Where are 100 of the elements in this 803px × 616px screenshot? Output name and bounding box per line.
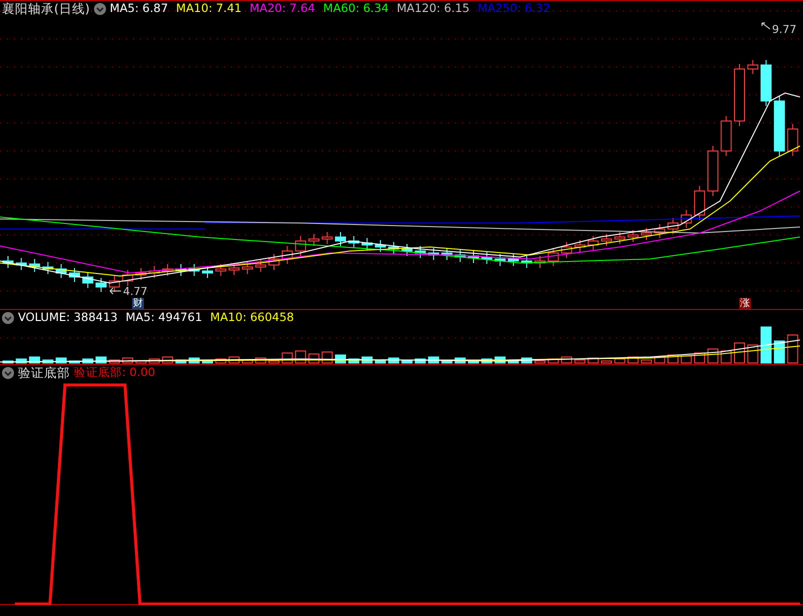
volume-bar bbox=[774, 340, 785, 364]
candlestick bbox=[654, 224, 666, 238]
marker-badge: 涨 bbox=[739, 298, 751, 309]
volume-bar bbox=[374, 360, 386, 364]
candlestick bbox=[534, 256, 546, 268]
legend-item: MA60: 6.34 bbox=[323, 1, 389, 16]
candlestick bbox=[668, 218, 678, 234]
candlestick bbox=[335, 232, 346, 246]
candlestick bbox=[295, 236, 306, 256]
volume-bar bbox=[734, 342, 745, 364]
candlestick bbox=[680, 210, 692, 228]
candlestick bbox=[508, 254, 519, 266]
candlestick bbox=[188, 264, 200, 276]
legend-item: VOLUME: 388413 bbox=[18, 310, 118, 325]
candlestick bbox=[561, 242, 572, 258]
volume-bar bbox=[468, 360, 479, 364]
volume-bar bbox=[69, 360, 80, 364]
legend-item: MA250: 6.32 bbox=[478, 1, 550, 16]
candlestick bbox=[640, 228, 652, 240]
candlestick bbox=[734, 64, 745, 126]
candlestick bbox=[787, 124, 798, 156]
volume-bar bbox=[601, 360, 612, 364]
volume-bar bbox=[348, 358, 360, 364]
arrow-icon bbox=[110, 288, 122, 294]
candlestick bbox=[282, 246, 293, 264]
volume-bar bbox=[16, 358, 27, 364]
candlestick bbox=[108, 276, 120, 292]
price-label: 9.77 bbox=[772, 23, 796, 36]
candlestick bbox=[601, 234, 612, 246]
candlestick bbox=[42, 262, 54, 274]
candlestick bbox=[148, 266, 160, 278]
candlestick bbox=[136, 268, 146, 280]
price-label: 4.77 bbox=[123, 285, 148, 298]
candlestick bbox=[268, 254, 280, 270]
volume-bar bbox=[614, 358, 626, 364]
volume-bar bbox=[787, 334, 798, 364]
volume-bar bbox=[508, 360, 519, 364]
candlestick bbox=[574, 240, 586, 252]
volume-bar bbox=[441, 360, 452, 364]
chevron-circle-icon[interactable] bbox=[2, 312, 14, 324]
volume-bar bbox=[521, 358, 532, 364]
candlestick bbox=[82, 272, 94, 288]
candlestick bbox=[69, 268, 80, 282]
candlestick bbox=[242, 262, 253, 274]
candlestick bbox=[707, 146, 718, 196]
volume-bar bbox=[202, 360, 213, 364]
candlestick bbox=[774, 96, 785, 156]
volume-bar bbox=[82, 358, 94, 364]
candlestick bbox=[481, 252, 492, 264]
candlestick bbox=[614, 232, 626, 244]
candlestick bbox=[588, 236, 599, 250]
volume-bar bbox=[148, 358, 160, 364]
candlestick bbox=[388, 242, 400, 254]
volume-bar bbox=[747, 344, 758, 364]
legend-item: MA5: 494761 bbox=[126, 310, 202, 325]
legend-item: MA10: 660458 bbox=[210, 310, 294, 325]
legend-item: MA20: 7.64 bbox=[250, 1, 316, 16]
volume-bar bbox=[42, 360, 54, 364]
candlestick bbox=[16, 258, 27, 270]
volume-bar bbox=[574, 360, 586, 364]
candlestick bbox=[348, 236, 360, 248]
candlestick bbox=[122, 270, 134, 286]
volume-bar bbox=[122, 358, 134, 364]
chevron-circle-icon[interactable] bbox=[2, 366, 14, 378]
volume-bar bbox=[175, 360, 186, 364]
candlestick bbox=[521, 256, 532, 268]
volume-bar bbox=[2, 360, 14, 364]
candlestick bbox=[322, 232, 333, 244]
volume-bar bbox=[680, 356, 692, 364]
candlestick bbox=[255, 260, 266, 272]
volume-bar bbox=[454, 358, 466, 364]
volume-bar bbox=[414, 358, 426, 364]
volume-bar bbox=[481, 358, 492, 364]
candlestick bbox=[215, 264, 226, 276]
volume-bar bbox=[242, 360, 253, 364]
volume-bar bbox=[548, 358, 559, 364]
candlestick bbox=[56, 264, 67, 278]
volume-bar bbox=[388, 358, 400, 364]
candlestick bbox=[2, 256, 14, 268]
volume-bar bbox=[760, 326, 772, 364]
volume-bar bbox=[188, 358, 200, 364]
candlestick bbox=[175, 264, 186, 276]
volume-bar bbox=[534, 360, 546, 364]
candlestick bbox=[29, 258, 40, 272]
volume-bar bbox=[136, 360, 146, 364]
legend-item: MA10: 7.41 bbox=[176, 1, 242, 16]
candlestick bbox=[374, 240, 386, 252]
indicator-title: 验证底部 bbox=[18, 365, 70, 380]
candlestick bbox=[454, 250, 466, 262]
legend-item: MA5: 6.87 bbox=[110, 1, 168, 16]
legend-item: MA120: 6.15 bbox=[396, 1, 470, 16]
volume-bar bbox=[56, 358, 67, 364]
candlestick bbox=[308, 234, 320, 246]
candlestick bbox=[96, 278, 107, 292]
chevron-circle-icon[interactable] bbox=[94, 2, 106, 14]
candlestick bbox=[414, 246, 426, 258]
volume-bar bbox=[268, 360, 280, 364]
candlestick bbox=[760, 60, 772, 106]
candlestick bbox=[202, 266, 213, 278]
candlestick bbox=[548, 248, 559, 266]
